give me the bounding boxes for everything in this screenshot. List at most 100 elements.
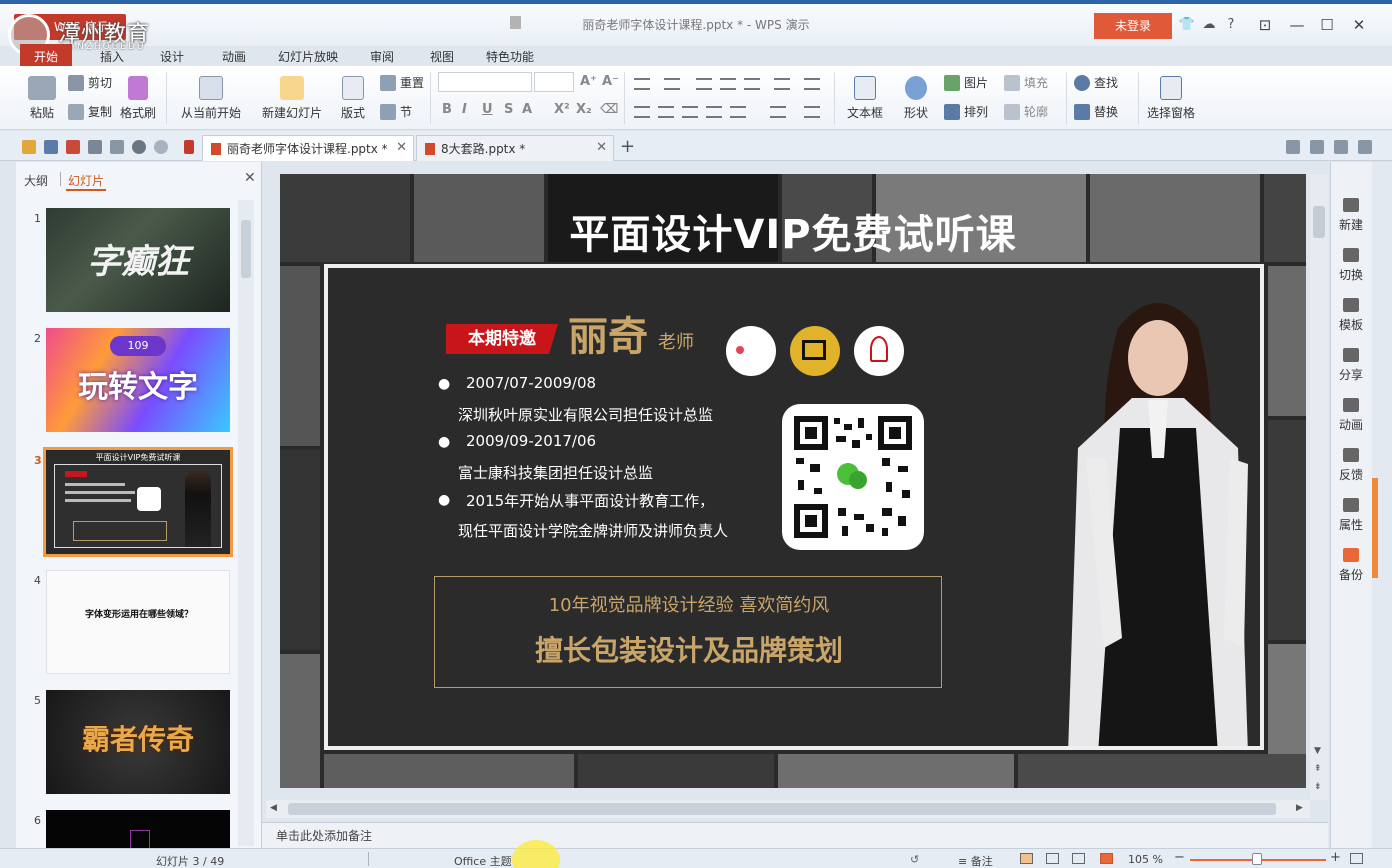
line-spacing-icon[interactable] bbox=[744, 78, 760, 90]
horizontal-scrollbar-thumb[interactable] bbox=[288, 803, 1276, 815]
restore-ribbon-icon[interactable]: ⊡ bbox=[1250, 12, 1280, 38]
text-direction-icon[interactable] bbox=[804, 78, 820, 90]
thumbnail-scrollbar-thumb[interactable] bbox=[241, 220, 251, 278]
clear-format-icon[interactable]: ⌫ bbox=[600, 102, 618, 117]
slide-content-panel[interactable]: 本期特邀 丽奇 老师 ● 2007/07-2009/08 深圳秋叶原实业有限公司… bbox=[324, 264, 1264, 750]
slide-canvas[interactable]: 平面设计VIP免费试听课 本期特邀 丽奇 老师 ● 2007/07-2009/0… bbox=[280, 174, 1306, 788]
find-button[interactable]: 查找 bbox=[1074, 74, 1118, 91]
sidebar-template[interactable]: 模板 bbox=[1330, 298, 1372, 333]
scroll-right-icon[interactable]: ▶ bbox=[1296, 803, 1303, 813]
slideshow-play-icon[interactable] bbox=[1100, 853, 1113, 864]
subscript-icon[interactable]: X₂ bbox=[576, 102, 592, 117]
doc-tab-active[interactable]: 丽奇老师字体设计课程.pptx * ✕ bbox=[202, 135, 414, 161]
doc-list-icon[interactable] bbox=[1334, 140, 1348, 154]
vertical-scrollbar-thumb[interactable] bbox=[1313, 206, 1325, 238]
previous-slide-icon[interactable]: ⇞ bbox=[1314, 764, 1322, 774]
customize-toolbar-icon[interactable] bbox=[184, 140, 194, 154]
underline-icon[interactable]: U bbox=[482, 102, 493, 117]
replace-button[interactable]: 替换 bbox=[1074, 103, 1118, 120]
align-text-icon[interactable] bbox=[804, 106, 820, 118]
tab-slideshow[interactable]: 幻灯片放映 bbox=[278, 48, 338, 65]
slide-sorter-icon[interactable] bbox=[1046, 853, 1059, 864]
font-name-select[interactable] bbox=[438, 72, 532, 92]
grow-font-icon[interactable]: A⁺ bbox=[580, 74, 597, 89]
slide-thumb-6[interactable] bbox=[46, 810, 230, 848]
fit-window-icon[interactable] bbox=[1350, 853, 1363, 864]
arrange-button[interactable]: 排列 bbox=[944, 103, 988, 120]
tab-outline[interactable]: 大纲 bbox=[24, 172, 48, 189]
notes-placeholder[interactable]: 单击此处添加备注 bbox=[276, 827, 372, 844]
play-from-current-button[interactable]: 从当前开始 bbox=[176, 76, 246, 121]
tab-features[interactable]: 特色功能 bbox=[486, 48, 534, 65]
zoom-level[interactable]: 105 % bbox=[1128, 853, 1163, 866]
tab-home[interactable]: 开始 bbox=[34, 48, 58, 65]
zoom-in-icon[interactable]: + bbox=[1330, 850, 1341, 865]
align-right-icon[interactable] bbox=[682, 106, 698, 118]
new-tab-icon[interactable]: + bbox=[620, 136, 635, 157]
bullets-icon[interactable] bbox=[634, 78, 650, 90]
notes-pane[interactable] bbox=[262, 822, 1328, 848]
close-button[interactable]: ✕ bbox=[1344, 12, 1374, 38]
tab-insert[interactable]: 插入 bbox=[100, 48, 124, 65]
close-tab-icon[interactable]: ✕ bbox=[396, 140, 407, 155]
history-icon[interactable]: ↺ bbox=[910, 853, 919, 866]
fill-button[interactable]: 填充 bbox=[1004, 74, 1048, 91]
decrease-indent-icon[interactable] bbox=[696, 78, 712, 90]
align-left-icon[interactable] bbox=[634, 106, 650, 118]
columns-icon[interactable] bbox=[774, 78, 790, 90]
paste-button[interactable]: 粘贴 bbox=[24, 76, 60, 121]
tab-view[interactable]: 视图 bbox=[430, 48, 454, 65]
maximize-button[interactable]: ☐ bbox=[1312, 12, 1342, 38]
selection-pane-button[interactable]: 选择窗格 bbox=[1146, 76, 1196, 121]
close-panel-icon[interactable]: ✕ bbox=[244, 170, 256, 186]
cut-button[interactable]: 剪切 bbox=[68, 74, 112, 91]
slide-title[interactable]: 平面设计VIP免费试听课 bbox=[280, 202, 1306, 260]
shrink-font-icon[interactable]: A⁻ bbox=[602, 74, 619, 89]
normal-view-icon[interactable] bbox=[1020, 853, 1033, 864]
new-slide-button[interactable]: 新建幻灯片 bbox=[256, 76, 328, 121]
slide-thumb-5[interactable]: 霸者传奇 bbox=[46, 690, 230, 794]
undo-icon[interactable] bbox=[132, 140, 146, 154]
numbering-icon[interactable] bbox=[664, 78, 680, 90]
slide-thumb-1[interactable]: 字癫狂 bbox=[46, 208, 230, 312]
section-button[interactable]: 节 bbox=[380, 103, 412, 120]
reset-button[interactable]: 重置 bbox=[380, 74, 424, 91]
align-center-icon[interactable] bbox=[658, 106, 674, 118]
doc-info-icon[interactable] bbox=[1310, 140, 1324, 154]
shape-button[interactable]: 形状 bbox=[898, 76, 934, 121]
sidebar-transition[interactable]: 切换 bbox=[1330, 248, 1372, 283]
doc-settings-icon[interactable] bbox=[1358, 140, 1372, 154]
export-pdf-icon[interactable] bbox=[66, 140, 80, 154]
tab-slides[interactable]: 幻灯片 bbox=[68, 172, 104, 189]
help-icon[interactable]: ? bbox=[1222, 16, 1240, 34]
login-button[interactable]: 未登录 bbox=[1094, 13, 1172, 39]
tab-review[interactable]: 审阅 bbox=[370, 48, 394, 65]
print-preview-icon[interactable] bbox=[110, 140, 124, 154]
next-slide-icon[interactable]: ⇟ bbox=[1314, 782, 1322, 792]
open-icon[interactable] bbox=[22, 140, 36, 154]
theme-name[interactable]: Office 主题 bbox=[454, 853, 512, 868]
picture-button[interactable]: 图片 bbox=[944, 74, 988, 91]
textbox-button[interactable]: 文本框 bbox=[842, 76, 888, 121]
slide-thumb-3[interactable]: 平面设计VIP免费试听课 bbox=[43, 447, 233, 557]
vertical-scrollbar[interactable] bbox=[1310, 174, 1328, 800]
sidebar-backup[interactable]: 备份 bbox=[1330, 548, 1372, 583]
outline-button[interactable]: 轮廓 bbox=[1004, 103, 1048, 120]
sidebar-new[interactable]: 新建 bbox=[1330, 198, 1372, 233]
tab-animation[interactable]: 动画 bbox=[222, 48, 246, 65]
increase-indent-icon[interactable] bbox=[720, 78, 736, 90]
pin-icon[interactable] bbox=[1286, 140, 1300, 154]
font-size-select[interactable] bbox=[534, 72, 574, 92]
distribute-icon[interactable] bbox=[730, 106, 746, 118]
bold-icon[interactable]: B bbox=[442, 102, 452, 117]
format-painter-button[interactable]: 格式刷 bbox=[118, 76, 158, 121]
notes-toggle[interactable]: ≡ 备注 bbox=[958, 853, 993, 868]
close-tab-icon[interactable]: ✕ bbox=[596, 140, 607, 155]
cloud-icon[interactable]: ☁ bbox=[1200, 16, 1218, 34]
slide-thumb-2[interactable]: 109 玩转文字 bbox=[46, 328, 230, 432]
copy-button[interactable]: 复制 bbox=[68, 103, 112, 120]
layout-button[interactable]: 版式 bbox=[336, 76, 370, 121]
shadow-icon[interactable]: S bbox=[504, 102, 513, 117]
thumbnail-scrollbar[interactable] bbox=[238, 200, 254, 846]
scroll-left-icon[interactable]: ◀ bbox=[270, 803, 277, 813]
